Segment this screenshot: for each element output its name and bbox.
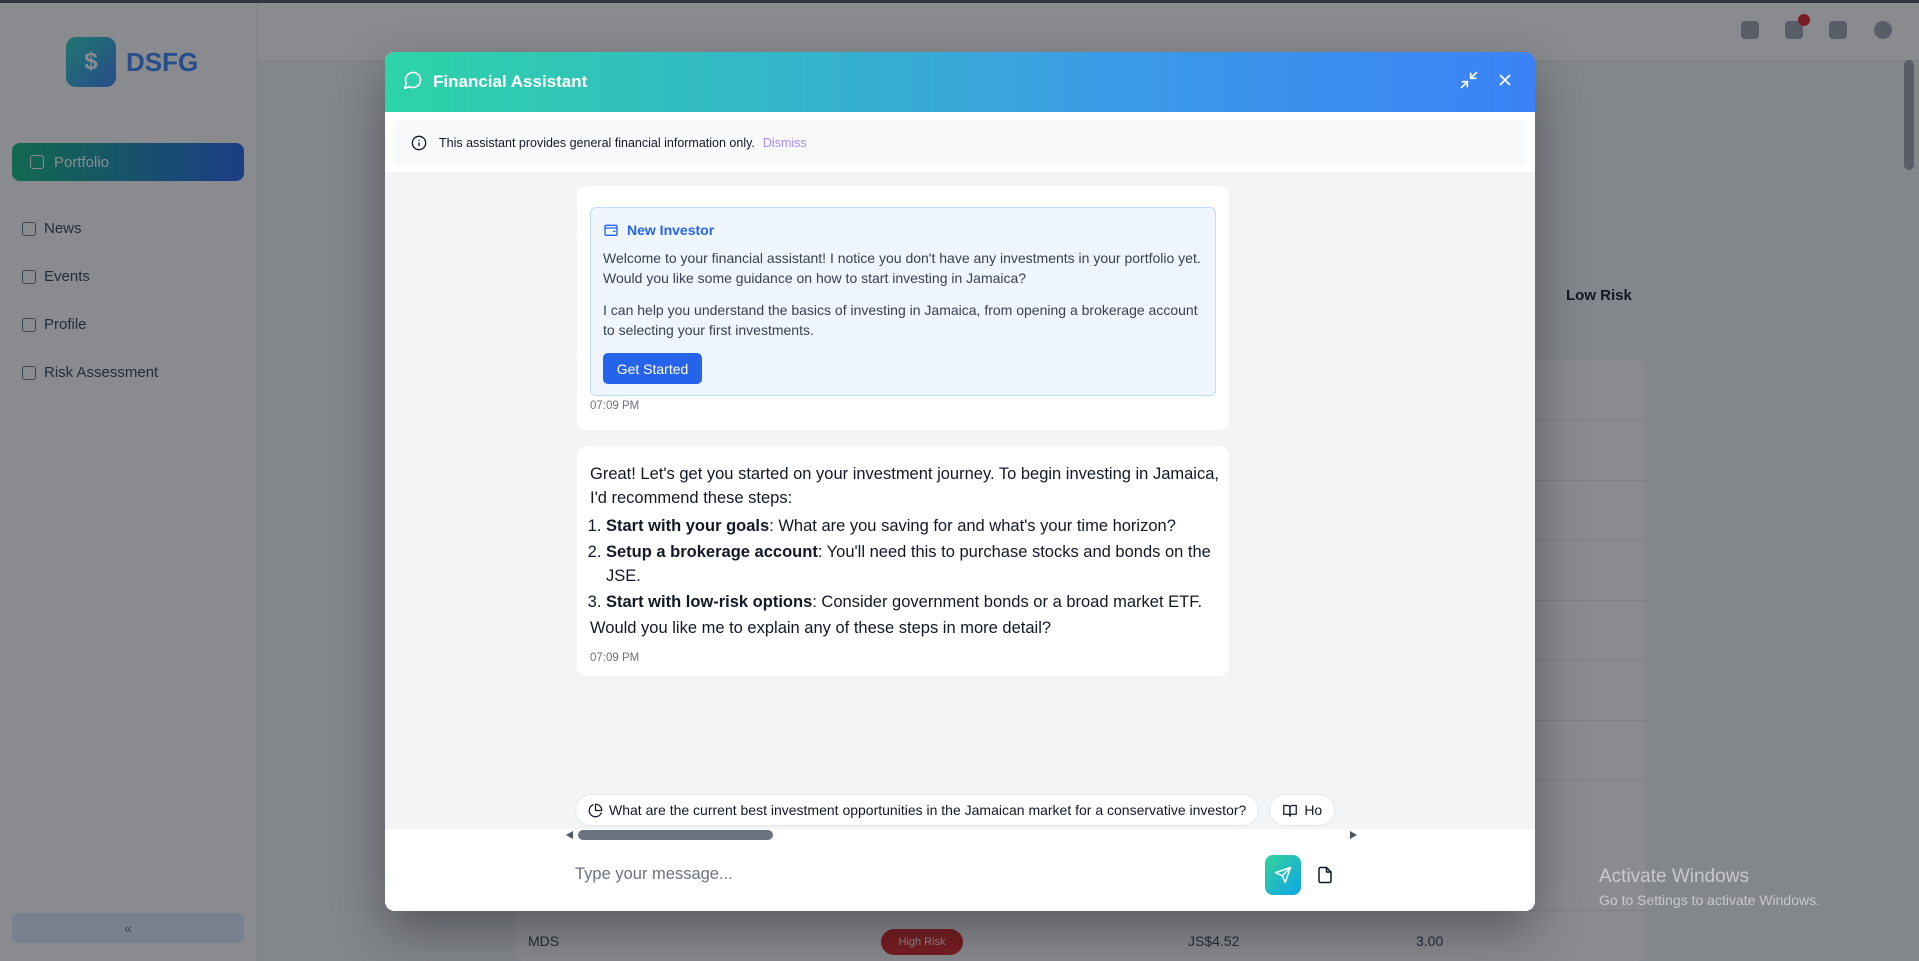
list-item: Start with your goals: What are you savi… (606, 514, 1220, 538)
message-body: Great! Let's get you started on your inv… (590, 462, 1220, 640)
financial-assistant-dialog: Financial Assistant This assistant provi… (385, 52, 1535, 911)
message-timestamp: 07:09 PM (590, 652, 640, 664)
message-intro: Great! Let's get you started on your inv… (590, 465, 1219, 507)
new-investor-card: New Investor Welcome to your financial a… (590, 207, 1216, 396)
scrollbar-thumb[interactable] (578, 830, 773, 840)
suggestion-chip[interactable]: Ho (1269, 794, 1336, 826)
send-icon (1274, 866, 1292, 884)
card-title: New Investor (603, 222, 714, 238)
message-paragraph: I can help you understand the basics of … (603, 302, 1198, 338)
disclaimer-banner: This assistant provides general financia… (393, 120, 1527, 166)
scroll-left-icon[interactable] (566, 831, 573, 839)
list-item: Start with low-risk options: Consider go… (606, 590, 1220, 614)
scroll-right-icon[interactable] (1350, 831, 1357, 839)
assistant-message: New Investor Welcome to your financial a… (577, 186, 1229, 430)
info-icon (411, 135, 427, 151)
message-input[interactable] (575, 854, 1215, 894)
suggestion-chip[interactable]: What are the current best investment opp… (575, 794, 1260, 826)
step-title: Setup a brokerage account (606, 543, 818, 561)
wallet-icon (603, 222, 619, 238)
step-text: : Consider government bonds or a broad m… (812, 593, 1203, 611)
watermark-title: Activate Windows (1599, 866, 1749, 887)
close-icon (1496, 71, 1514, 94)
pie-chart-icon (588, 803, 603, 818)
dialog-header: Financial Assistant (385, 52, 1535, 112)
step-text: : What are you saving for and what's you… (769, 517, 1176, 535)
list-item: Setup a brokerage account: You'll need t… (606, 540, 1220, 588)
step-title: Start with low-risk options (606, 593, 813, 611)
get-started-button[interactable]: Get Started (603, 353, 702, 384)
file-icon (1316, 865, 1334, 885)
message-outro: Would you like me to explain any of thes… (590, 619, 1052, 637)
book-open-icon (1282, 803, 1298, 818)
disclaimer-text: This assistant provides general financia… (439, 136, 755, 150)
steps-list: Start with your goals: What are you savi… (606, 514, 1220, 614)
suggested-questions[interactable]: What are the current best investment opp… (575, 794, 1365, 826)
minimize-button[interactable] (1457, 70, 1481, 94)
dialog-title: Financial Assistant (433, 72, 588, 91)
message-timestamp: 07:09 PM (590, 400, 640, 412)
suggestion-label: What are the current best investment opp… (609, 802, 1247, 818)
chat-bubble-icon (403, 70, 423, 95)
suggestion-label: Ho (1304, 802, 1323, 818)
step-title: Start with your goals (606, 517, 770, 535)
attach-file-button[interactable] (1313, 862, 1337, 888)
minimize-arrows-icon (1459, 70, 1479, 95)
card-title-text: New Investor (627, 222, 715, 238)
assistant-message: Great! Let's get you started on your inv… (577, 446, 1229, 676)
watermark-subtitle: Go to Settings to activate Windows. (1599, 892, 1820, 908)
close-button[interactable] (1493, 70, 1517, 94)
message-paragraph: Welcome to your financial assistant! I n… (603, 250, 1201, 286)
suggestions-scrollbar[interactable] (562, 828, 1357, 842)
activate-windows-watermark: Activate Windows Go to Settings to activ… (1599, 866, 1820, 908)
send-button[interactable] (1265, 855, 1301, 895)
dismiss-link[interactable]: Dismiss (763, 136, 807, 150)
